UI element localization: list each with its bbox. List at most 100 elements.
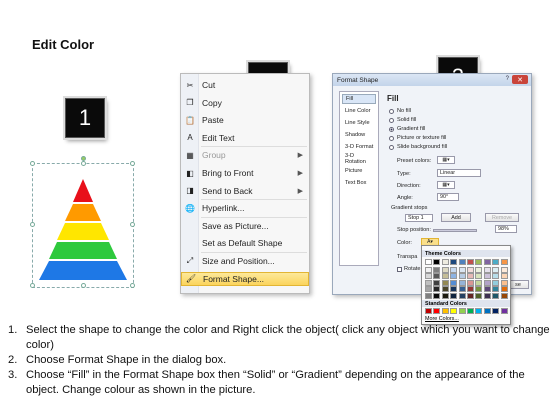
nav-item-picture[interactable]: Picture xyxy=(342,166,376,176)
color-swatch[interactable] xyxy=(500,267,508,273)
resize-handle[interactable] xyxy=(130,283,135,288)
resize-handle[interactable] xyxy=(30,161,35,166)
rotate-checkbox[interactable]: Rotate xyxy=(397,266,420,272)
color-swatch[interactable] xyxy=(441,267,449,273)
color-swatch[interactable] xyxy=(483,279,491,286)
color-swatch[interactable] xyxy=(458,292,466,299)
menu-item-format-shape[interactable]: 🖌 Format Shape... xyxy=(181,271,309,286)
pyramid-layer[interactable] xyxy=(57,223,109,240)
checkbox-icon[interactable] xyxy=(397,266,402,272)
color-swatch[interactable] xyxy=(458,273,466,280)
color-swatch[interactable] xyxy=(467,259,474,265)
type-select[interactable]: Linear xyxy=(437,169,481,177)
color-swatch[interactable] xyxy=(441,273,449,280)
color-swatch[interactable] xyxy=(441,308,449,314)
color-swatch[interactable] xyxy=(433,259,441,265)
stop-position-input[interactable]: 98% xyxy=(495,225,517,233)
resize-handle[interactable] xyxy=(81,283,86,288)
nav-item-line-style[interactable]: Line Style xyxy=(342,118,376,128)
color-swatch[interactable] xyxy=(500,286,508,293)
add-stop-button[interactable]: Add xyxy=(441,213,471,222)
color-swatch[interactable] xyxy=(475,273,483,280)
menu-item-save-as-picture[interactable]: Save as Picture... xyxy=(181,219,309,233)
color-swatch[interactable] xyxy=(500,308,508,314)
color-swatch[interactable] xyxy=(467,286,474,293)
color-swatch[interactable] xyxy=(475,286,483,293)
color-swatch[interactable] xyxy=(492,308,500,314)
menu-item-cut[interactable]: ✂ Cut xyxy=(181,78,309,92)
pyramid-layer[interactable] xyxy=(65,204,101,221)
pyramid-layer[interactable] xyxy=(39,261,127,280)
nav-item-text-box[interactable]: Text Box xyxy=(342,178,376,188)
color-swatch[interactable] xyxy=(425,279,432,286)
menu-item-paste[interactable]: 📋 Paste xyxy=(181,113,309,127)
help-icon[interactable]: ? xyxy=(506,76,509,82)
radio-icon[interactable] xyxy=(389,108,394,114)
color-swatch[interactable] xyxy=(450,279,458,286)
color-swatch[interactable] xyxy=(483,308,491,314)
nav-item-line-color[interactable]: Line Color xyxy=(342,106,376,116)
color-swatch[interactable] xyxy=(450,259,458,265)
angle-input[interactable]: 90° xyxy=(437,193,459,201)
color-swatch[interactable] xyxy=(475,308,483,314)
color-swatch[interactable] xyxy=(425,292,432,299)
color-swatch[interactable] xyxy=(500,292,508,299)
stop-position-slider[interactable] xyxy=(433,229,477,232)
color-swatch[interactable] xyxy=(475,279,483,286)
color-swatch[interactable] xyxy=(467,273,474,280)
remove-stop-button[interactable]: Remove xyxy=(485,213,519,222)
resize-handle[interactable] xyxy=(81,161,86,166)
color-swatch[interactable] xyxy=(425,267,432,273)
color-swatch[interactable] xyxy=(441,279,449,286)
menu-item-edit-text[interactable]: A Edit Text xyxy=(181,131,309,145)
color-swatch[interactable] xyxy=(433,308,441,314)
menu-item-hyperlink[interactable]: 🌐 Hyperlink... xyxy=(181,201,309,215)
color-swatch[interactable] xyxy=(500,273,508,280)
menu-item-send-to-back[interactable]: ◨ Send to Back ▶ xyxy=(181,184,309,198)
color-swatch[interactable] xyxy=(441,286,449,293)
color-swatch[interactable] xyxy=(433,273,441,280)
color-swatch[interactable] xyxy=(467,279,474,286)
color-swatch[interactable] xyxy=(483,267,491,273)
color-swatch[interactable] xyxy=(425,286,432,293)
menu-item-group[interactable]: ▦ Group ▶ xyxy=(181,148,309,162)
color-swatch[interactable] xyxy=(483,286,491,293)
resize-handle[interactable] xyxy=(130,222,135,227)
color-swatch[interactable] xyxy=(492,279,500,286)
color-swatch[interactable] xyxy=(467,308,474,314)
radio-icon[interactable] xyxy=(389,135,394,141)
color-swatch[interactable] xyxy=(500,259,508,265)
resize-handle[interactable] xyxy=(30,222,35,227)
stop-select[interactable]: Stop 1 xyxy=(405,214,433,222)
menu-item-size-and-position[interactable]: ⤢ Size and Position... xyxy=(181,254,309,268)
color-swatch[interactable] xyxy=(425,259,432,265)
color-swatch[interactable] xyxy=(433,279,441,286)
color-swatch[interactable] xyxy=(441,292,449,299)
resize-handle[interactable] xyxy=(130,161,135,166)
color-swatch[interactable] xyxy=(458,259,466,265)
color-swatch[interactable] xyxy=(483,259,491,265)
menu-item-set-as-default-shape[interactable]: Set as Default Shape xyxy=(181,236,309,250)
color-swatch[interactable] xyxy=(492,273,500,280)
option-solid-fill[interactable]: Solid fill xyxy=(389,117,416,123)
pyramid-selection[interactable] xyxy=(30,156,135,288)
color-swatch[interactable] xyxy=(425,273,432,280)
radio-icon[interactable] xyxy=(389,117,394,123)
color-swatch[interactable] xyxy=(483,292,491,299)
option-slide-bg-fill[interactable]: Slide background fill xyxy=(389,144,447,150)
nav-item-3d-rotation[interactable]: 3-D Rotation xyxy=(342,153,376,165)
color-swatch[interactable] xyxy=(467,292,474,299)
pyramid-layer[interactable] xyxy=(49,242,117,259)
color-swatch[interactable] xyxy=(475,292,483,299)
pyramid-layer[interactable] xyxy=(73,179,93,202)
option-picture-fill[interactable]: Picture or texture fill xyxy=(389,135,446,141)
rotate-handle[interactable] xyxy=(81,156,86,161)
color-swatch[interactable] xyxy=(441,259,449,265)
color-swatch[interactable] xyxy=(450,267,458,273)
nav-item-shadow[interactable]: Shadow xyxy=(342,130,376,140)
pyramid-shape[interactable] xyxy=(33,164,133,287)
menu-item-bring-to-front[interactable]: ◧ Bring to Front ▶ xyxy=(181,166,309,180)
option-no-fill[interactable]: No fill xyxy=(389,108,411,114)
color-swatch[interactable] xyxy=(492,286,500,293)
option-gradient-fill[interactable]: Gradient fill xyxy=(389,126,425,132)
